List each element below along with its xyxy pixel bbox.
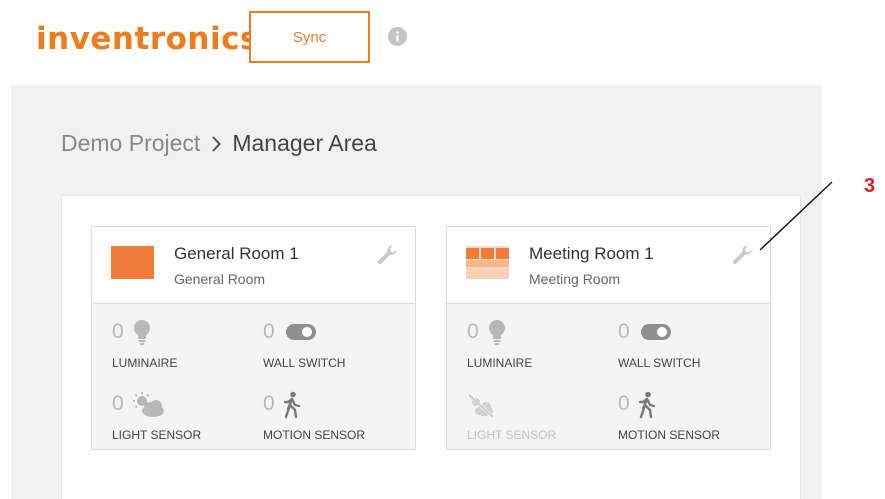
device-summary: 0 LUMINAIRE 0 WALL SWITCH 0 LIGHT SENSOR… [92,304,415,449]
device-wall-switch: 0 WALL SWITCH [618,321,768,377]
device-label: LUMINAIRE [112,356,178,370]
device-label: WALL SWITCH [618,356,701,370]
device-motion-sensor: 0 MOTION SENSOR [618,391,768,449]
device-luminaire: 0 LUMINAIRE [112,320,262,377]
device-label: LIGHT SENSOR [467,428,557,442]
walking-person-icon [638,391,656,419]
sun-cloud-icon [133,392,164,417]
device-light-sensor: LIGHT SENSOR [467,393,617,449]
callout-number: 3 [864,175,876,197]
device-count: 0 [263,320,275,343]
device-count: 0 [618,392,630,415]
room-card-general-room-1[interactable]: General Room 1 General Room 0 LUMINAIRE … [91,226,416,450]
inventronics-logo: inventronics [36,21,259,57]
bulb-icon [134,320,150,345]
toggle-switch-icon [641,324,671,340]
sync-button[interactable]: Sync [249,11,370,63]
info-icon[interactable] [388,27,407,46]
room-card-header: Meeting Room 1 Meeting Room [447,227,770,304]
sun-cloud-off-icon [467,393,495,419]
meeting-room-icon [466,246,509,279]
device-count: 0 [112,392,124,415]
device-label: LUMINAIRE [467,356,533,370]
wrench-icon[interactable] [730,243,754,267]
device-label: MOTION SENSOR [618,428,721,442]
device-motion-sensor: 0 MOTION SENSOR [263,391,413,449]
wrench-icon[interactable] [375,243,399,267]
breadcrumb-project[interactable]: Demo Project [61,130,200,157]
bulb-icon [489,320,505,345]
walking-person-icon [283,391,301,419]
breadcrumb: Demo Project Manager Area [61,130,377,157]
breadcrumb-current: Manager Area [232,130,377,156]
room-type: General Room [174,271,266,287]
device-count: 0 [618,320,630,343]
room-name: General Room 1 [174,244,299,263]
device-count: 0 [263,392,275,415]
device-luminaire: 0 LUMINAIRE [467,320,617,377]
device-label: MOTION SENSOR [263,428,366,442]
device-label: LIGHT SENSOR [112,428,202,442]
device-count: 0 [112,320,124,343]
chevron-right-icon [212,135,222,152]
room-card-meeting-room-1[interactable]: Meeting Room 1 Meeting Room 0 LUMINAIRE … [446,226,771,450]
room-name: Meeting Room 1 [529,244,654,263]
device-light-sensor: 0 LIGHT SENSOR [112,392,262,449]
device-count: 0 [467,320,479,343]
toggle-switch-icon [286,324,316,340]
device-wall-switch: 0 WALL SWITCH [263,321,413,377]
room-card-header: General Room 1 General Room [92,227,415,304]
general-room-icon [111,246,154,279]
device-summary: 0 LUMINAIRE 0 WALL SWITCH LIGHT SENSOR 0… [447,304,770,449]
device-label: WALL SWITCH [263,356,346,370]
room-type: Meeting Room [529,271,621,287]
